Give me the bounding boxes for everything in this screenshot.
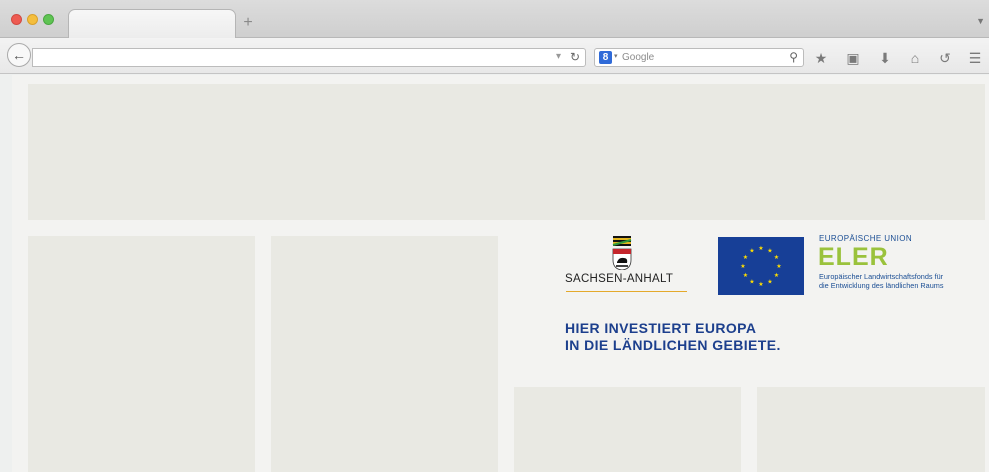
reload-icon[interactable]: ↻ bbox=[570, 50, 580, 64]
sachsen-anhalt-coat-of-arms-icon bbox=[612, 236, 632, 270]
svg-text:★: ★ bbox=[774, 254, 779, 261]
content-tile-2 bbox=[271, 236, 498, 472]
url-dropdown-icon[interactable]: ▾ bbox=[556, 51, 561, 62]
header-banner-placeholder bbox=[28, 84, 985, 220]
headline-line: IN DIE LÄNDLICHEN GEBIETE. bbox=[565, 337, 781, 353]
content-tile-4 bbox=[757, 387, 985, 472]
search-placeholder: Google bbox=[622, 52, 655, 63]
search-input[interactable]: 8 ▾ Google ⚲ bbox=[594, 48, 804, 67]
svg-text:★: ★ bbox=[774, 272, 779, 279]
active-tab[interactable] bbox=[68, 9, 236, 39]
eler-description: Europäischer Landwirtschaftsfonds für di… bbox=[819, 272, 989, 290]
eler-description-line: die Entwicklung des ländlichen Raums bbox=[819, 280, 944, 290]
svg-text:★: ★ bbox=[743, 254, 748, 261]
svg-text:★: ★ bbox=[743, 272, 748, 279]
svg-text:★: ★ bbox=[740, 263, 745, 270]
eu-flag-icon: ★ ★ ★ ★ ★ ★ ★ ★ ★ ★ ★ ★ bbox=[718, 237, 804, 295]
url-input[interactable]: ▾ ↻ bbox=[32, 48, 586, 67]
chevron-down-icon[interactable]: ▾ bbox=[614, 52, 618, 60]
content-tile-3 bbox=[514, 387, 741, 472]
svg-text:★: ★ bbox=[776, 263, 781, 270]
eler-acronym: ELER bbox=[818, 243, 889, 271]
svg-text:★: ★ bbox=[767, 279, 772, 286]
svg-text:★: ★ bbox=[749, 248, 754, 255]
menu-icon[interactable]: ☰ bbox=[966, 49, 984, 67]
maximize-window-button[interactable] bbox=[43, 14, 54, 25]
sync-icon[interactable]: ↺ bbox=[936, 49, 954, 67]
search-icon[interactable]: ⚲ bbox=[789, 50, 798, 64]
wordmark-underline bbox=[566, 291, 687, 292]
content-tile-1 bbox=[28, 236, 255, 472]
tab-list-icon[interactable]: ▼ bbox=[976, 16, 985, 26]
sachsen-anhalt-wordmark: SACHSEN-ANHALT bbox=[565, 273, 674, 285]
minimize-window-button[interactable] bbox=[27, 14, 38, 25]
page-content: SACHSEN-ANHALT ★ ★ ★ ★ ★ ★ ★ ★ ★ ★ ★ ★ E… bbox=[12, 75, 989, 472]
svg-text:★: ★ bbox=[749, 279, 754, 286]
svg-text:★: ★ bbox=[767, 248, 772, 255]
headline-line: HIER INVESTIERT EUROPA bbox=[565, 320, 757, 336]
home-icon[interactable]: ⌂ bbox=[906, 49, 924, 67]
browser-window: + ▼ ← ▾ ↻ 8 ▾ Google ⚲ ★ ▣ ⬇ ⌂ ↺ ☰ SACHS… bbox=[0, 0, 989, 472]
tab-strip: + ▼ bbox=[0, 0, 989, 39]
svg-text:★: ★ bbox=[758, 245, 763, 252]
navigation-bar: ← ▾ ↻ 8 ▾ Google ⚲ ★ ▣ ⬇ ⌂ ↺ ☰ bbox=[0, 38, 989, 74]
search-engine-icon[interactable]: 8 bbox=[599, 51, 612, 64]
svg-text:★: ★ bbox=[758, 281, 763, 288]
eu-label: EUROPÄISCHE UNION bbox=[819, 234, 913, 243]
download-icon[interactable]: ⬇ bbox=[876, 49, 894, 67]
funding-headline: HIER INVESTIERT EUROPA IN DIE LÄNDLICHEN… bbox=[565, 320, 865, 354]
reading-list-icon[interactable]: ▣ bbox=[844, 49, 862, 67]
new-tab-button[interactable]: + bbox=[239, 14, 257, 32]
funding-logo-block: SACHSEN-ANHALT ★ ★ ★ ★ ★ ★ ★ ★ ★ ★ ★ ★ E… bbox=[560, 233, 985, 383]
close-window-button[interactable] bbox=[11, 14, 22, 25]
back-arrow-icon[interactable]: ← bbox=[7, 43, 31, 67]
bookmark-star-icon[interactable]: ★ bbox=[812, 49, 830, 67]
